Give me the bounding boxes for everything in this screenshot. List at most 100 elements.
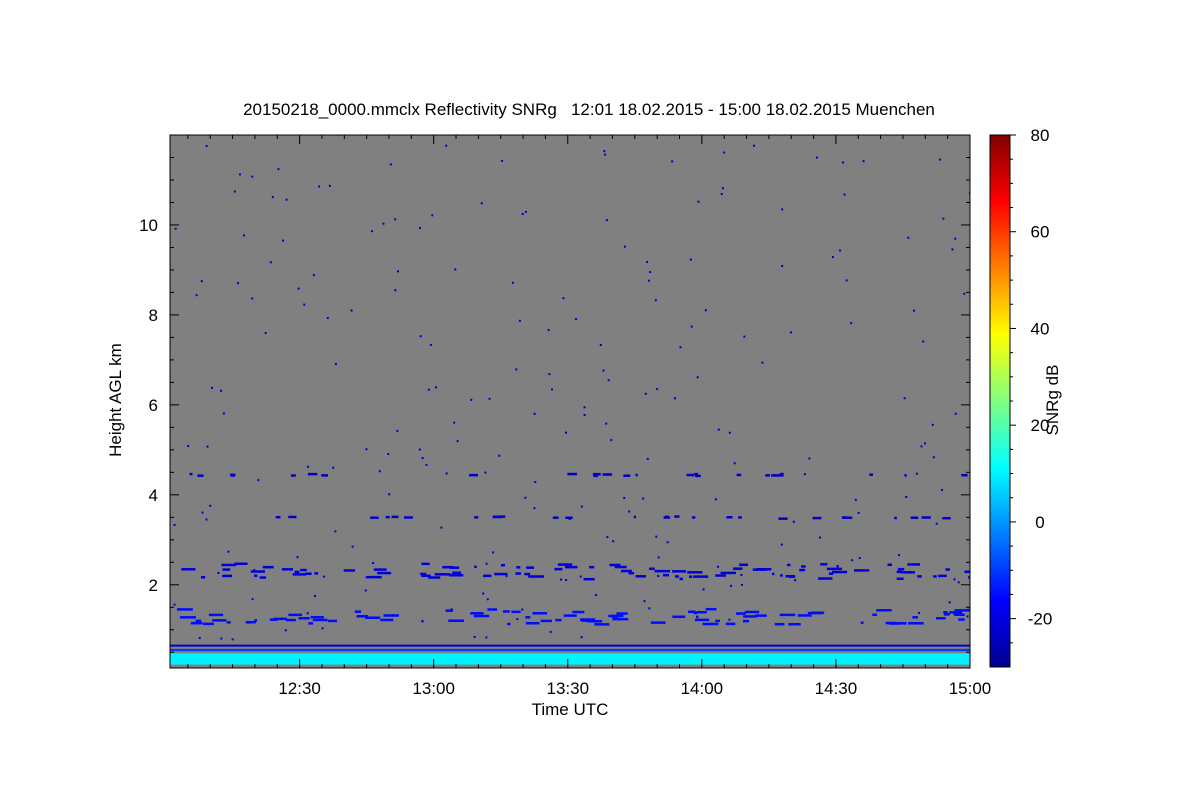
- noise-speck: [649, 271, 652, 274]
- echo-segment: [305, 572, 312, 575]
- echo-segment: [290, 474, 296, 477]
- echo-segment: [843, 516, 853, 520]
- noise-speck: [350, 309, 353, 312]
- noise-speck: [306, 612, 309, 615]
- echo-segment: [742, 619, 750, 623]
- echo-segment: [672, 615, 686, 619]
- noise-speck: [419, 335, 422, 338]
- noise-speck: [524, 210, 527, 213]
- y-tick-label: 8: [149, 306, 158, 325]
- noise-speck: [524, 496, 527, 499]
- noise-speck: [579, 575, 582, 578]
- noise-speck: [220, 637, 223, 640]
- noise-speck: [521, 608, 524, 611]
- noise-speck: [485, 562, 488, 565]
- echo-segment: [887, 563, 892, 567]
- echo-segment: [904, 474, 907, 477]
- noise-speck: [334, 530, 337, 533]
- echo-segment: [820, 563, 828, 566]
- colorbar-tick-label: 40: [1031, 319, 1050, 338]
- echo-segment: [917, 575, 922, 578]
- echo-segment: [787, 563, 791, 567]
- echo-segment: [797, 614, 812, 617]
- noise-speck: [454, 268, 457, 271]
- noise-speck: [269, 261, 272, 264]
- echo-layer: [170, 644, 970, 647]
- x-axis-tick-labels: 12:30 13:00 13:30 14:00 14:30 15:00: [278, 679, 991, 698]
- noise-speck: [690, 325, 693, 328]
- echo-segment: [557, 563, 573, 566]
- echo-segment: [876, 609, 892, 612]
- noise-speck: [209, 504, 212, 507]
- echo-segment: [563, 614, 577, 617]
- noise-speck: [251, 297, 254, 300]
- noise-speck: [473, 635, 476, 638]
- noise-speck: [610, 439, 613, 442]
- echo-segment: [208, 613, 224, 617]
- echo-segment: [373, 568, 387, 571]
- echo-segment: [949, 611, 963, 614]
- echo-segment: [736, 473, 742, 477]
- noise-speck: [702, 588, 705, 591]
- echo-segment: [755, 614, 767, 617]
- echo-segment: [896, 577, 904, 581]
- echo-segment: [327, 619, 338, 623]
- echo-segment: [288, 515, 297, 519]
- echo-segment: [502, 610, 510, 613]
- noise-speck: [781, 208, 784, 211]
- x-tick-label: 13:00: [412, 679, 455, 698]
- noise-speck: [364, 589, 367, 592]
- noise-speck: [296, 556, 299, 559]
- echo-segment: [715, 619, 720, 623]
- echo-segment: [565, 565, 578, 569]
- noise-speck: [328, 184, 331, 187]
- noise-speck: [450, 608, 453, 611]
- echo-segment: [421, 562, 430, 566]
- y-axis-label: Height AGL km: [106, 343, 125, 457]
- noise-speck: [284, 629, 287, 632]
- noise-speck: [646, 261, 649, 264]
- noise-speck: [174, 227, 177, 230]
- x-tick-label: 12:30: [278, 679, 321, 698]
- echo-segment: [592, 472, 600, 476]
- echo-segment: [933, 575, 937, 578]
- noise-speck: [594, 593, 597, 596]
- noise-speck: [549, 630, 552, 633]
- colorbar-label: SNRg dB: [1043, 365, 1062, 436]
- echo-segment: [314, 572, 319, 575]
- noise-speck: [938, 158, 941, 161]
- noise-speck: [418, 226, 421, 229]
- echo-segment: [524, 572, 531, 576]
- echo-segment: [907, 563, 921, 566]
- echo-segment: [765, 474, 770, 477]
- plot-background: [170, 135, 970, 668]
- noise-speck: [211, 386, 214, 389]
- echo-segment: [894, 516, 897, 520]
- echo-segment: [897, 567, 905, 571]
- noise-speck: [689, 258, 692, 261]
- echo-segment: [594, 623, 610, 626]
- noise-speck: [647, 279, 650, 282]
- noise-speck: [623, 496, 626, 499]
- noise-speck: [932, 456, 935, 459]
- noise-speck: [583, 406, 586, 409]
- noise-speck: [580, 505, 583, 508]
- noise-speck: [285, 198, 288, 201]
- noise-speck: [642, 497, 645, 500]
- echo-segment: [308, 622, 314, 625]
- noise-speck: [334, 362, 337, 365]
- echo-segment: [554, 567, 563, 571]
- echo-segment: [507, 622, 511, 626]
- echo-segment: [473, 614, 490, 618]
- echo-segment: [705, 607, 717, 611]
- noise-speck: [931, 423, 934, 426]
- noise-speck: [704, 309, 707, 312]
- noise-speck: [599, 344, 602, 347]
- noise-speck: [606, 536, 609, 539]
- echo-segment: [181, 568, 196, 571]
- echo-segment: [269, 618, 278, 621]
- echo-segment: [515, 572, 522, 575]
- noise-speck: [173, 523, 176, 526]
- echo-segment: [649, 567, 655, 571]
- noise-speck: [644, 392, 647, 395]
